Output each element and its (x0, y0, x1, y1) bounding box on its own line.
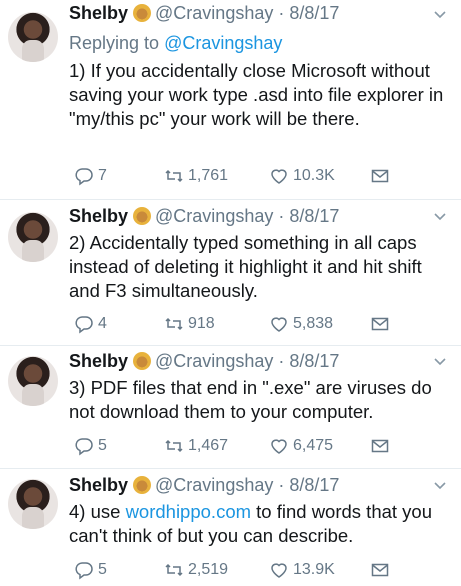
reply-icon (75, 438, 93, 456)
author-name[interactable]: Shelby (69, 351, 128, 371)
like-count: 6,475 (293, 437, 334, 454)
emoji-icon (133, 207, 152, 225)
author-name[interactable]: Shelby (69, 206, 128, 226)
like-count: 5,838 (293, 315, 334, 332)
retweet-count: 1,761 (188, 167, 229, 184)
reply-button[interactable]: 5 (74, 559, 107, 581)
author-name[interactable]: Shelby (69, 3, 128, 23)
tweet-actions: 7 1,761 10.3K (74, 165, 404, 187)
avatar[interactable] (8, 12, 58, 62)
tweet-date[interactable]: · 8/8/17 (278, 475, 339, 495)
tweet-thread: Shelby @Cravingshay · 8/8/17 Replying to … (0, 0, 461, 586)
like-button[interactable]: 10.3K (269, 165, 335, 187)
reply-icon (75, 168, 93, 186)
retweet-count: 2,519 (188, 561, 229, 578)
retweet-button[interactable]: 2,519 (164, 559, 228, 581)
tweet-text-start: 4) use (69, 501, 126, 522)
heart-icon (271, 439, 287, 454)
author-handle[interactable]: @Cravingshay (155, 3, 273, 23)
tweet-header: Shelby @Cravingshay · 8/8/17 (69, 350, 339, 372)
chevron-down-icon[interactable] (433, 210, 447, 224)
replying-to-label: Replying to (69, 33, 165, 53)
envelope-icon (371, 317, 389, 331)
reply-button[interactable]: 5 (74, 435, 107, 457)
tweet-actions: 5 1,467 6,475 (74, 435, 404, 457)
replying-to: Replying to @Cravingshay (69, 32, 282, 54)
reply-count: 5 (98, 437, 107, 454)
author-handle[interactable]: @Cravingshay (155, 475, 273, 495)
retweet-icon (165, 439, 183, 453)
avatar[interactable] (8, 479, 58, 529)
reply-count: 7 (98, 167, 107, 184)
tweet-header: Shelby @Cravingshay · 8/8/17 (69, 474, 339, 496)
like-button[interactable]: 5,838 (269, 313, 333, 335)
retweet-count: 918 (188, 315, 215, 332)
author-name[interactable]: Shelby (69, 475, 128, 495)
envelope-icon (371, 439, 389, 453)
message-button[interactable] (370, 165, 394, 187)
tweet-text: 3) PDF files that end in ".exe" are viru… (69, 377, 432, 422)
reply-button[interactable]: 4 (74, 313, 107, 335)
retweet-icon (165, 169, 183, 183)
message-button[interactable] (370, 313, 394, 335)
heart-icon (271, 317, 287, 332)
divider (0, 468, 461, 469)
tweet-date[interactable]: · 8/8/17 (278, 3, 339, 23)
reply-button[interactable]: 7 (74, 165, 107, 187)
like-count: 13.9K (293, 561, 335, 578)
tweet-header: Shelby @Cravingshay · 8/8/17 (69, 205, 339, 227)
tweet-actions: 5 2,519 13.9K (74, 559, 404, 581)
reply-icon (75, 562, 93, 580)
retweet-count: 1,467 (188, 437, 229, 454)
avatar[interactable] (8, 212, 58, 262)
envelope-icon (371, 169, 389, 183)
envelope-icon (371, 563, 389, 577)
retweet-button[interactable]: 1,761 (164, 165, 228, 187)
heart-icon (271, 563, 287, 578)
retweet-button[interactable]: 1,467 (164, 435, 228, 457)
tweet-header: Shelby @Cravingshay · 8/8/17 (69, 2, 339, 24)
emoji-icon (133, 4, 152, 22)
emoji-icon (133, 476, 152, 494)
reply-icon (75, 316, 93, 334)
divider (0, 345, 461, 346)
tweet-text: 1) If you accidentally close Microsoft w… (69, 60, 444, 129)
like-button[interactable]: 6,475 (269, 435, 333, 457)
divider (0, 199, 461, 200)
chevron-down-icon[interactable] (433, 355, 447, 369)
tweet-text: 2) Accidentally typed something in all c… (69, 232, 422, 301)
message-button[interactable] (370, 559, 394, 581)
retweet-icon (165, 563, 183, 577)
retweet-button[interactable]: 918 (164, 313, 215, 335)
author-handle[interactable]: @Cravingshay (155, 351, 273, 371)
tweet-actions: 4 918 5,838 (74, 313, 404, 335)
reply-count: 5 (98, 561, 107, 578)
like-button[interactable]: 13.9K (269, 559, 335, 581)
tweet-date[interactable]: · 8/8/17 (278, 206, 339, 226)
retweet-icon (165, 317, 183, 331)
reply-count: 4 (98, 315, 107, 332)
author-handle[interactable]: @Cravingshay (155, 206, 273, 226)
message-button[interactable] (370, 435, 394, 457)
tweet-text: 4) use wordhippo.com to find words that … (69, 500, 454, 548)
heart-icon (271, 169, 287, 184)
avatar[interactable] (8, 356, 58, 406)
chevron-down-icon[interactable] (433, 479, 447, 493)
emoji-icon (133, 352, 152, 370)
tweet-link[interactable]: wordhippo.com (126, 501, 251, 522)
like-count: 10.3K (293, 167, 335, 184)
replying-to-handle[interactable]: @Cravingshay (164, 33, 282, 53)
chevron-down-icon[interactable] (433, 8, 447, 22)
tweet-date[interactable]: · 8/8/17 (278, 351, 339, 371)
